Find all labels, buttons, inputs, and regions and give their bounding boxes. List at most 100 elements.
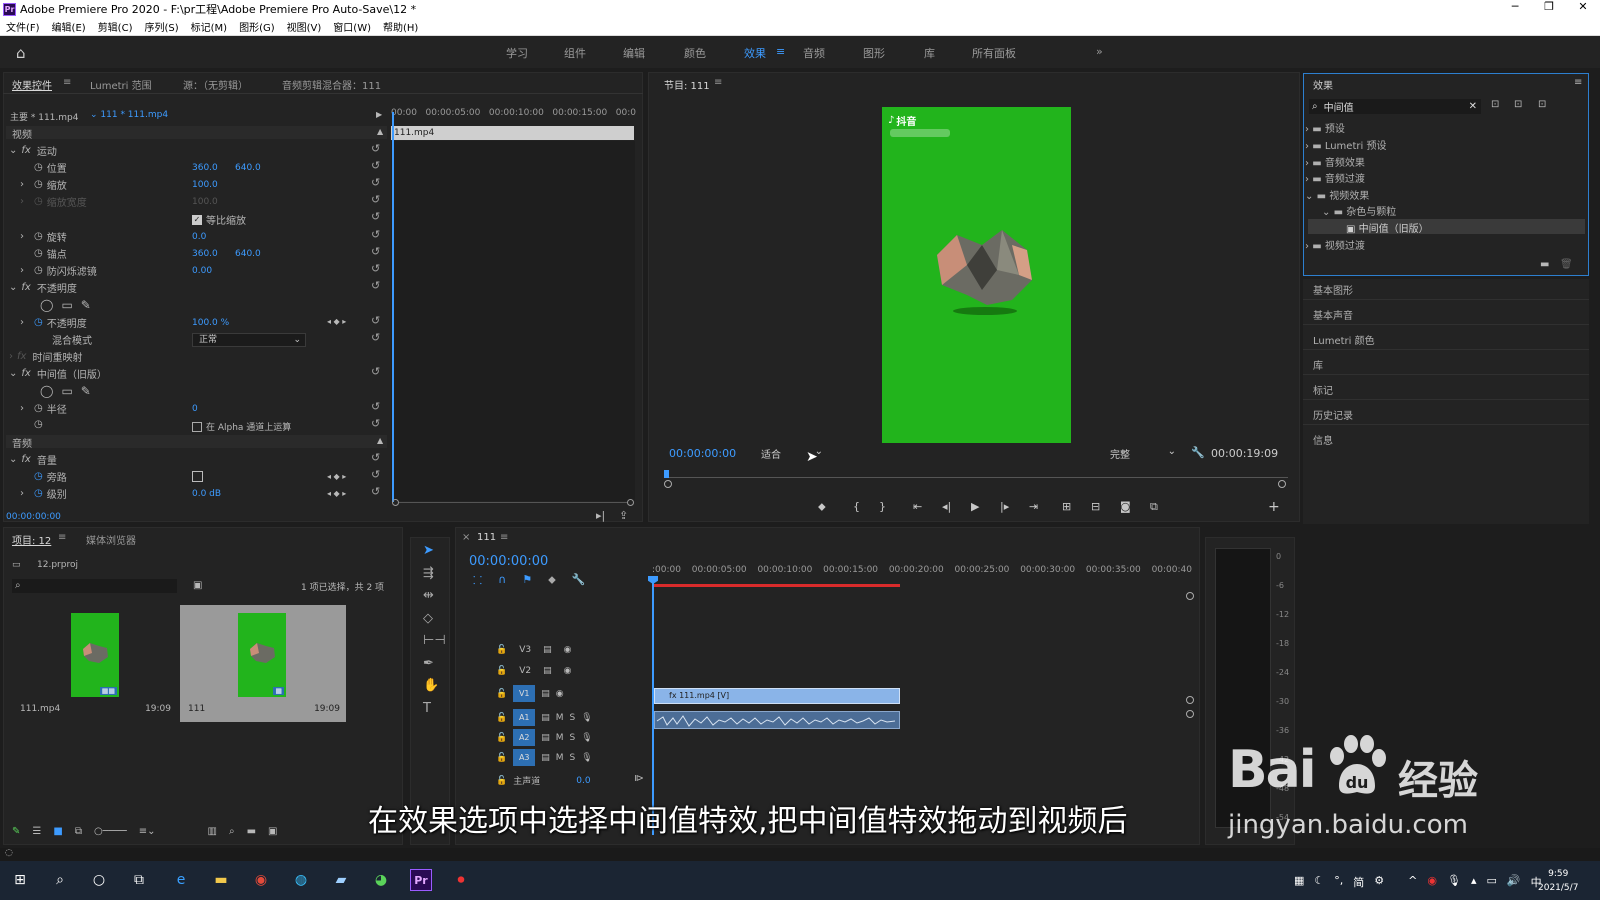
button-editor-icon[interactable]: + (1268, 499, 1280, 515)
quality-dropdown[interactable]: 完整 ⌄ (1110, 446, 1178, 461)
punctuation-icon[interactable]: °, (1334, 874, 1343, 890)
track-v1[interactable]: 🔓 V1 ▤ ◉ (496, 685, 564, 702)
go-to-out-icon[interactable]: ⇥ (1029, 500, 1038, 513)
slip-tool-icon[interactable]: ⊢⊣ (423, 633, 446, 648)
eye-icon[interactable]: ◉ (556, 689, 564, 699)
program-tab[interactable]: 节目: 111 (664, 77, 710, 92)
mute-button[interactable]: M (556, 733, 564, 743)
panel-essential-sound[interactable]: 基本声音 (1313, 307, 1353, 322)
lift-icon[interactable]: ⊞ (1062, 500, 1071, 513)
workspace-assembly[interactable]: 组件 (564, 45, 586, 61)
keyframe-nav-icon[interactable]: ◂ ◆ ▸ (327, 489, 346, 498)
chevron-right-icon[interactable]: › (20, 317, 24, 328)
add-marker-icon[interactable]: ⬥ (818, 500, 826, 514)
razor-tool-icon[interactable]: ◇ (423, 611, 433, 626)
stopwatch-icon[interactable]: ◷ (34, 471, 43, 482)
freeform-view-icon[interactable]: ⧉ (75, 826, 82, 837)
accelerated-effects-icon[interactable]: ⊡ (1491, 99, 1499, 110)
reset-icon[interactable]: ↺ (371, 365, 380, 378)
rectangle-mask-icon[interactable]: ▭ (61, 384, 72, 398)
position-y-value[interactable]: 640.0 (235, 163, 261, 173)
filter-icon[interactable]: ▸| (596, 509, 605, 522)
ripple-edit-tool-icon[interactable]: ⇹ (423, 588, 434, 603)
motion-row[interactable]: ⌄ fx 运动 (9, 142, 394, 159)
effect-clip-bar[interactable]: 111.mp4 (391, 126, 634, 140)
program-menu-icon[interactable]: ≡ (714, 77, 722, 88)
scroll-up-icon[interactable]: ▲ (377, 436, 383, 445)
chevron-right-icon[interactable]: › (20, 231, 24, 242)
lock-icon[interactable]: 🔓 (496, 645, 507, 655)
timeline-timecode[interactable]: 00:00:00:00 (469, 554, 548, 569)
stopwatch-icon[interactable]: ◷ (34, 403, 43, 414)
go-to-in-icon[interactable]: ⇤ (913, 500, 922, 513)
effect-timeline-area[interactable] (391, 141, 635, 501)
solo-button[interactable]: S (570, 753, 576, 763)
reset-icon[interactable]: ↺ (371, 331, 380, 344)
reset-icon[interactable]: ↺ (371, 228, 380, 241)
stopwatch-icon[interactable]: ◷ (34, 248, 43, 259)
scroll-handle-icon[interactable] (1186, 696, 1194, 704)
menu-sequence[interactable]: 序列(S) (144, 19, 178, 34)
timeline-close-icon[interactable]: × (462, 532, 470, 543)
mic-icon[interactable]: 🎙 (581, 753, 592, 763)
effects-tree-lumetri-presets[interactable]: › ▬ Lumetri 预设 (1305, 137, 1386, 152)
pen-mask-icon[interactable]: ✎ (81, 298, 91, 312)
eye-icon[interactable]: ◉ (564, 666, 572, 676)
workspace-menu-icon[interactable]: ≡ (776, 45, 785, 58)
reset-icon[interactable]: ↺ (371, 262, 380, 275)
tab-lumetri-scopes[interactable]: Lumetri 范围 (90, 77, 152, 92)
file-explorer-icon[interactable]: ▬ (210, 869, 232, 891)
edge-icon[interactable]: e (170, 869, 192, 891)
wrench-icon[interactable]: 🔧 (1191, 446, 1205, 459)
track-select-tool-icon[interactable]: ⇶ (423, 566, 434, 581)
chrome-icon[interactable]: ◉ (250, 869, 272, 891)
project-menu-icon[interactable]: ≡ (58, 532, 66, 543)
chevron-right-icon[interactable]: › (20, 488, 24, 499)
track-master[interactable]: 🔓 主声道 0.0 (496, 774, 591, 788)
task-view-icon[interactable]: ⧉ (128, 869, 150, 891)
program-scrubber[interactable] (664, 470, 1288, 490)
menu-view[interactable]: 视图(V) (287, 19, 322, 34)
extract-icon[interactable]: ⊟ (1091, 500, 1100, 513)
reset-icon[interactable]: ↺ (371, 159, 380, 172)
add-marker-icon[interactable]: ⬥ (548, 573, 556, 588)
search-icon[interactable]: ⌕ (49, 869, 71, 891)
camera-icon[interactable]: ◙ (1120, 500, 1131, 513)
snap-icon[interactable]: ∩ (498, 573, 506, 588)
effects-search-box[interactable]: ⌕ 中间值 ✕ (1309, 99, 1481, 114)
solo-button[interactable]: S (570, 713, 576, 723)
mark-out-icon[interactable]: } (879, 500, 886, 513)
new-bin-icon[interactable]: ▬ (247, 826, 256, 837)
project-item-sequence[interactable]: ▦ 111 19:09 (180, 605, 346, 722)
workspace-libraries[interactable]: 库 (924, 45, 935, 61)
play-arrow-icon[interactable]: ▶ (376, 110, 382, 119)
automate-icon[interactable]: ▥ (208, 826, 217, 837)
panel-markers[interactable]: 标记 (1313, 382, 1333, 397)
sync-lock-icon[interactable]: ▤ (543, 666, 552, 676)
workspace-graphics[interactable]: 图形 (863, 45, 885, 61)
reset-icon[interactable]: ↺ (371, 142, 380, 155)
stopwatch-icon[interactable]: ◷ (34, 179, 43, 190)
windows-start-icon[interactable]: ⊞ (9, 869, 31, 891)
timeline-vertical-scrollbar[interactable] (1186, 592, 1194, 832)
mute-button[interactable]: M (556, 713, 564, 723)
lock-icon[interactable]: 🔓 (496, 753, 507, 763)
linked-selection-icon[interactable]: ⚑ (522, 573, 532, 588)
project-item-clip[interactable]: ▦▦ 111.mp4 19:09 (12, 605, 177, 722)
audio-clip-a1[interactable] (654, 711, 900, 729)
effects-tree-noise-grain[interactable]: ⌄ ▬ 杂色与颗粒 (1322, 203, 1396, 218)
stopwatch-icon[interactable]: ◷ (34, 162, 43, 173)
clear-search-icon[interactable]: ✕ (1469, 101, 1477, 112)
stopwatch-icon[interactable]: ◷ (34, 265, 43, 276)
blend-mode-dropdown[interactable]: 正常 ⌄ (192, 333, 306, 347)
keyframe-nav-icon[interactable]: ◂ ◆ ▸ (327, 317, 346, 326)
browser-icon[interactable]: ◍ (290, 869, 312, 891)
menu-edit[interactable]: 编辑(E) (52, 19, 86, 34)
reset-icon[interactable]: ↺ (371, 210, 380, 223)
workspace-more-icon[interactable]: » (1096, 45, 1103, 58)
workspace-effects[interactable]: 效果 (744, 45, 766, 61)
effects-tree-median-legacy[interactable]: ▣ 中间值（旧版） (1346, 220, 1429, 235)
moon-icon[interactable]: ☾ (1314, 874, 1324, 890)
panel-history[interactable]: 历史记录 (1313, 407, 1353, 422)
stopwatch-icon[interactable]: ◷ (34, 488, 43, 499)
